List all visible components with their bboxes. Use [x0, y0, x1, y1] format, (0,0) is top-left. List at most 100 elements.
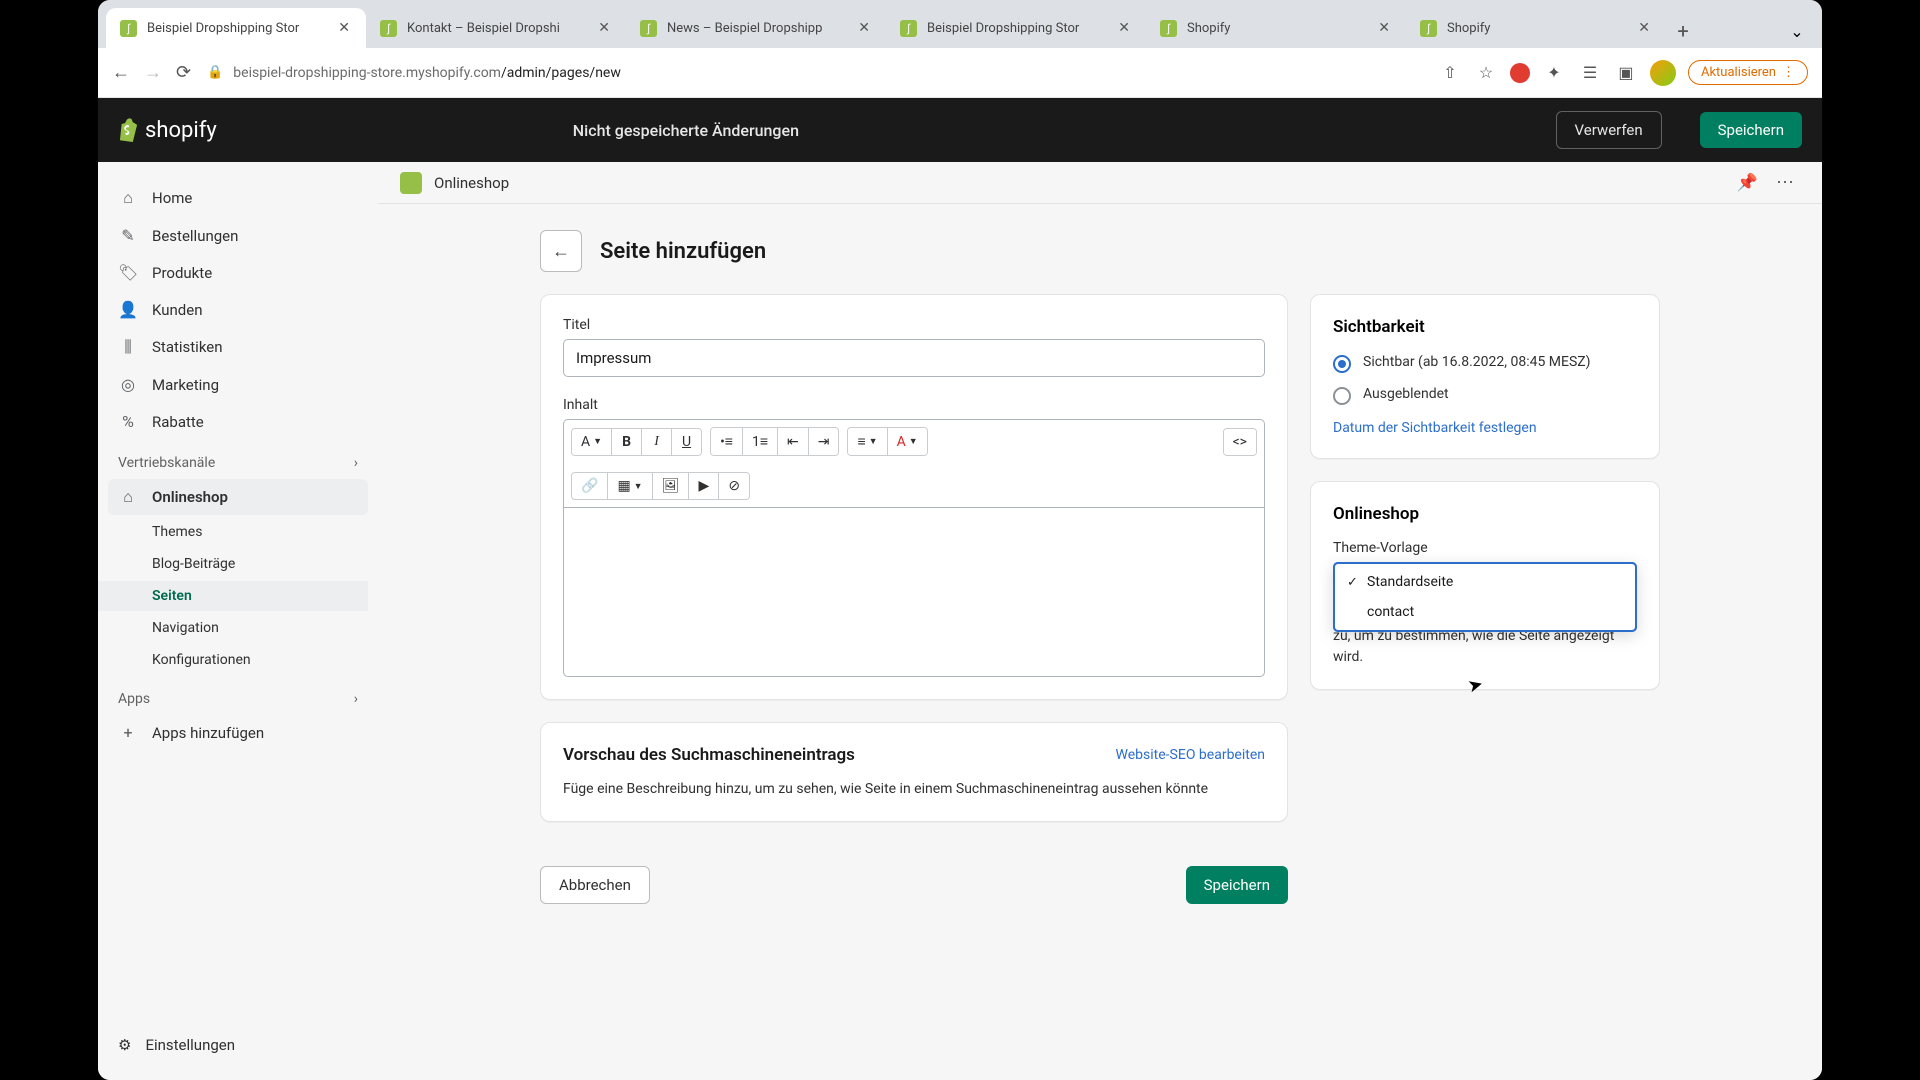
back-button[interactable]: ←: [540, 230, 582, 272]
nav-customers[interactable]: 👤Kunden: [108, 292, 368, 327]
nav-analytics[interactable]: ⫼Statistiken: [108, 329, 368, 365]
seo-edit-link[interactable]: Website-SEO bearbeiten: [1116, 747, 1265, 763]
profile-avatar[interactable]: [1650, 60, 1676, 86]
star-icon[interactable]: ☆: [1474, 61, 1498, 85]
numbered-list-button[interactable]: 1≡: [742, 428, 777, 455]
nav-onlineshop[interactable]: ⌂Onlineshop: [108, 479, 368, 515]
nav-marketing[interactable]: ◎Marketing: [108, 367, 368, 402]
update-button[interactable]: Aktualisieren ⋮: [1688, 60, 1808, 85]
channel-bar: Onlineshop 📌 ⋯: [378, 162, 1822, 204]
browser-tab[interactable]: ∫News – Beispiel Dropshipp✕: [626, 8, 886, 48]
chevron-right-icon[interactable]: ›: [354, 455, 358, 471]
address-bar[interactable]: 🔒 beispiel-dropshipping-store.myshopify.…: [207, 65, 1422, 81]
subnav-blogposts[interactable]: Blog-Beiträge: [108, 549, 368, 579]
bullet-list-button[interactable]: •≡: [711, 428, 742, 455]
dropdown-option[interactable]: ✓Standardseite: [1334, 567, 1636, 597]
gear-icon: ⚙: [118, 1036, 131, 1054]
browser-tab[interactable]: ∫Shopify✕: [1146, 8, 1406, 48]
visibility-visible-option[interactable]: Sichtbar (ab 16.8.2022, 08:45 MESZ): [1333, 353, 1637, 373]
close-icon[interactable]: ✕: [856, 19, 872, 37]
subnav-navigation[interactable]: Navigation: [108, 613, 368, 643]
set-visibility-date-link[interactable]: Datum der Sichtbarkeit festlegen: [1333, 420, 1537, 436]
seo-card: Vorschau des Suchmaschineneintrags Websi…: [540, 722, 1288, 822]
browser-tab[interactable]: ∫Shopify✕: [1406, 8, 1666, 48]
panel-icon[interactable]: ▣: [1614, 61, 1638, 85]
channel-label: Onlineshop: [434, 174, 509, 192]
browser-tab[interactable]: ∫Kontakt – Beispiel Dropshi✕: [366, 8, 626, 48]
cancel-button[interactable]: Abbrechen: [540, 866, 650, 904]
editor-toolbar: A ▼ B I U •≡ 1≡ ⇤ ⇥: [563, 419, 1265, 507]
code-view-button[interactable]: <>: [1224, 429, 1256, 455]
link-button[interactable]: 🔗: [572, 473, 607, 499]
extensions-icon[interactable]: ✦: [1542, 61, 1566, 85]
nav-orders[interactable]: ✎Bestellungen: [108, 218, 368, 253]
nav-label: Kunden: [152, 301, 203, 319]
format-button[interactable]: A ▼: [572, 429, 611, 455]
nav-forward-icon[interactable]: →: [144, 62, 162, 83]
nav-label: Marketing: [152, 376, 219, 394]
tabs-menu[interactable]: ⌄: [1780, 14, 1814, 48]
nav-label: Rabatte: [152, 413, 204, 431]
color-button[interactable]: A ▼: [887, 428, 927, 455]
close-icon[interactable]: ✕: [596, 19, 612, 37]
visibility-title: Sichtbarkeit: [1333, 317, 1637, 337]
browser-tab[interactable]: ∫Beispiel Dropshipping Stor✕: [106, 8, 366, 48]
nav-products[interactable]: 🏷Produkte: [108, 255, 368, 290]
pin-icon[interactable]: 📌: [1737, 173, 1758, 193]
nav-discounts[interactable]: %Rabatte: [108, 404, 368, 439]
save-button-bottom[interactable]: Speichern: [1186, 866, 1288, 904]
close-icon[interactable]: ✕: [336, 19, 352, 37]
outdent-button[interactable]: ⇤: [777, 428, 808, 455]
close-icon[interactable]: ✕: [1636, 19, 1652, 37]
visibility-card: Sichtbarkeit Sichtbar (ab 16.8.2022, 08:…: [1310, 294, 1660, 459]
nav-home[interactable]: ⌂Home: [108, 180, 368, 216]
shopify-favicon: ∫: [900, 20, 917, 37]
content-editor[interactable]: [563, 507, 1265, 677]
nav-label: Onlineshop: [152, 488, 228, 506]
extension-opera-icon[interactable]: [1510, 63, 1530, 83]
close-icon[interactable]: ✕: [1116, 19, 1132, 37]
onlineshop-title: Onlineshop: [1333, 504, 1637, 524]
underline-button[interactable]: U: [671, 429, 701, 455]
channel-icon: [400, 172, 422, 194]
template-dropdown: ✓Standardseite contact: [1333, 562, 1637, 632]
chevron-right-icon[interactable]: ›: [354, 691, 358, 707]
tab-title: Beispiel Dropshipping Stor: [147, 21, 326, 36]
orders-icon: ✎: [118, 226, 138, 245]
subnav-configs[interactable]: Konfigurationen: [108, 645, 368, 675]
reload-icon[interactable]: ⟳: [176, 62, 191, 83]
visibility-hidden-option[interactable]: Ausgeblendet: [1333, 385, 1637, 405]
title-input[interactable]: [563, 339, 1265, 377]
new-tab-button[interactable]: +: [1666, 14, 1700, 48]
discard-button[interactable]: Verwerfen: [1556, 111, 1662, 149]
clear-format-button[interactable]: ⊘: [718, 473, 749, 499]
browser-tab[interactable]: ∫Beispiel Dropshipping Stor✕: [886, 8, 1146, 48]
title-label: Titel: [563, 317, 1265, 333]
subnav-themes[interactable]: Themes: [108, 517, 368, 547]
bold-button[interactable]: B: [611, 429, 641, 455]
nav-back-icon[interactable]: ←: [112, 62, 130, 83]
reading-list-icon[interactable]: ☰: [1578, 61, 1602, 85]
dropdown-option[interactable]: contact: [1334, 597, 1636, 627]
video-button[interactable]: ▶: [688, 473, 718, 499]
indent-button[interactable]: ⇥: [808, 428, 839, 455]
table-button[interactable]: ▦ ▼: [607, 473, 651, 499]
align-button[interactable]: ≡ ▼: [848, 428, 886, 455]
nav-settings[interactable]: ⚙Einstellungen: [108, 1028, 368, 1062]
share-icon[interactable]: ⇧: [1438, 61, 1462, 85]
italic-button[interactable]: I: [641, 429, 671, 455]
seo-title: Vorschau des Suchmaschineneintrags: [563, 745, 855, 765]
more-icon[interactable]: ⋯: [1770, 172, 1800, 193]
page-title: Seite hinzufügen: [600, 239, 766, 264]
shopify-logo[interactable]: shopify: [118, 118, 217, 143]
tab-title: Shopify: [1187, 21, 1366, 36]
save-button[interactable]: Speichern: [1700, 112, 1802, 148]
nav-label: Apps hinzufügen: [152, 724, 264, 742]
radio-label: Ausgeblendet: [1363, 385, 1449, 405]
subnav-pages[interactable]: Seiten: [98, 581, 368, 611]
image-button[interactable]: 🖼: [652, 473, 689, 499]
shopify-bag-icon: [118, 118, 139, 142]
close-icon[interactable]: ✕: [1376, 19, 1392, 37]
app-topbar: shopify Nicht gespeicherte Änderungen Ve…: [98, 98, 1822, 162]
nav-add-apps[interactable]: +Apps hinzufügen: [108, 715, 368, 750]
